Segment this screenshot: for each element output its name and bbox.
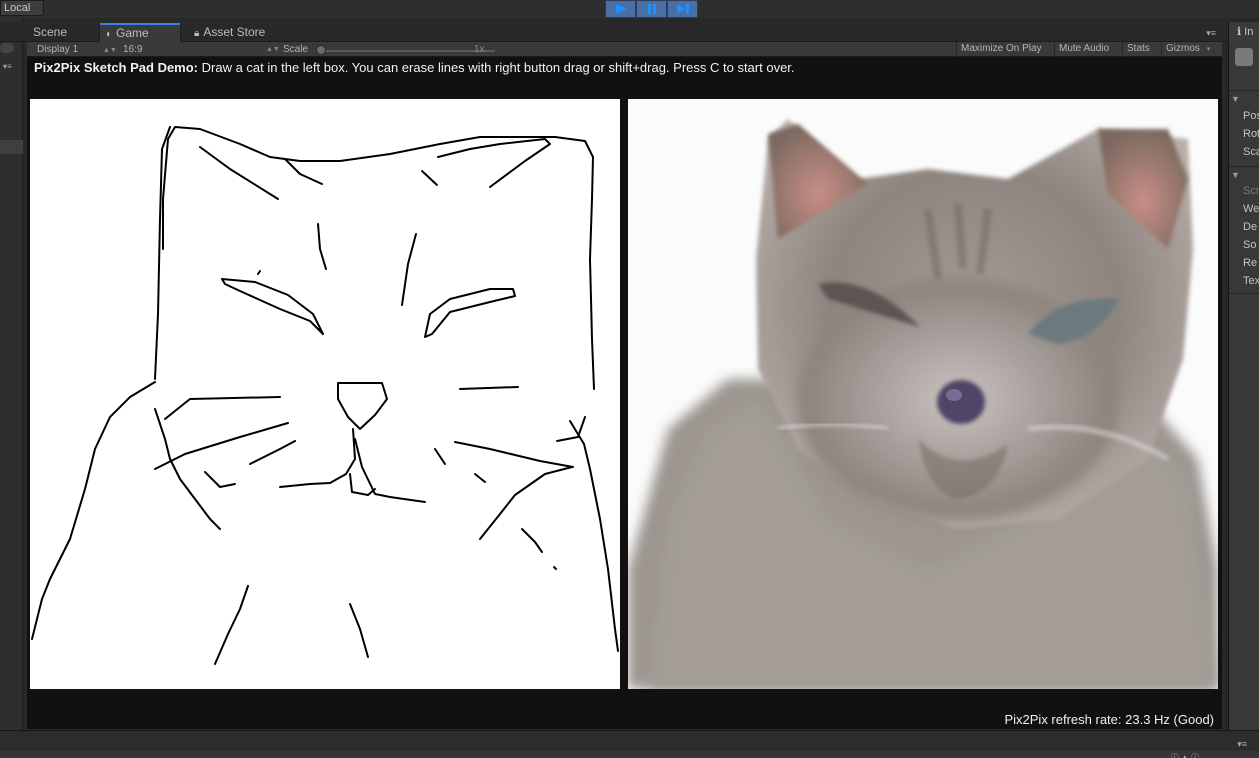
- aspect-dropdown[interactable]: 16:9 ▲▼: [123, 43, 280, 56]
- scale-label: Scale: [283, 44, 309, 55]
- result-label: Re: [1243, 257, 1258, 269]
- dropdown-arrows-icon: ▲▼: [102, 47, 117, 54]
- transform-rotation-label: Rot: [1243, 128, 1259, 140]
- divider: [1229, 293, 1259, 294]
- tab-scene[interactable]: Scene: [27, 23, 97, 42]
- transform-position-label: Pos: [1243, 110, 1259, 122]
- play-icon: [615, 4, 627, 14]
- display-dropdown[interactable]: Display 1 ▲▼: [37, 43, 117, 57]
- tab-scene-label: Scene: [33, 25, 68, 39]
- device-label: De: [1243, 221, 1258, 233]
- console-panel-edge: ▾≡ ⓘ ▲ ⓘ: [0, 730, 1259, 758]
- scale-value: 1x: [474, 44, 485, 55]
- sketch-pad[interactable]: [30, 99, 620, 689]
- tab-asset-store[interactable]: 🔒︎ Asset Store: [188, 23, 288, 42]
- playmode-controls: [605, 0, 699, 18]
- scale-slider-track[interactable]: [320, 50, 495, 52]
- display-label: Display 1: [37, 44, 79, 55]
- transform-scale-label: Sca: [1243, 146, 1259, 158]
- tab-game-label: Game: [116, 26, 149, 40]
- divider: [1229, 166, 1259, 167]
- unity-editor: Local ▾≡ ▾≡ Scene ◐Game 🔒︎Asset Store: [0, 0, 1259, 758]
- step-button[interactable]: [667, 0, 698, 18]
- search-pill[interactable]: [0, 43, 14, 53]
- tab-inspector-label: In: [1244, 26, 1254, 38]
- scale-slider-handle[interactable]: [316, 45, 326, 55]
- tab-inspector[interactable]: ℹ In: [1229, 22, 1259, 42]
- view-tabs: Scene ◐ Game 🔒︎ Asset Store ▾≡: [0, 22, 1228, 42]
- refresh-rate-label: Pix2Pix refresh rate: 23.3 Hz (Good): [1004, 712, 1214, 727]
- chevron-down-icon[interactable]: ▼: [1231, 170, 1240, 180]
- tab-menu-icon[interactable]: ▾≡: [1206, 28, 1216, 39]
- dropdown-arrows-icon: ▲▼: [266, 46, 280, 53]
- maximize-on-play-button[interactable]: Maximize On Play: [956, 42, 1046, 57]
- chevron-down-icon: ▾: [1206, 46, 1211, 53]
- pix2pix-output: [628, 99, 1218, 689]
- texture-label: Tex: [1243, 275, 1259, 287]
- play-button[interactable]: [605, 0, 636, 18]
- divider: [1229, 90, 1259, 91]
- step-icon: [676, 4, 689, 14]
- source-label: So: [1243, 239, 1257, 251]
- panel-menu-icon-2[interactable]: ▾≡: [3, 62, 12, 71]
- gizmos-dropdown[interactable]: Gizmos ▾: [1161, 42, 1214, 57]
- generated-cat-image: [628, 99, 1218, 689]
- selected-row[interactable]: [0, 140, 23, 154]
- tab-game[interactable]: ◐ Game: [99, 23, 181, 42]
- instructions-title: Pix2Pix Sketch Pad Demo:: [34, 60, 199, 75]
- hierarchy-panel-edge: ▾≡ ▾≡: [0, 18, 23, 730]
- game-view: Pix2Pix Sketch Pad Demo: Draw a cat in t…: [27, 57, 1222, 729]
- aspect-label: 16:9: [123, 44, 143, 55]
- tab-asset-store-label: Asset Store: [203, 25, 266, 39]
- local-button[interactable]: Local: [0, 0, 44, 16]
- info-icon: ℹ: [1237, 26, 1242, 38]
- cat-sketch: [31, 126, 619, 665]
- stats-button[interactable]: Stats: [1122, 42, 1154, 57]
- top-toolbar: Local: [0, 0, 1259, 18]
- mute-audio-button[interactable]: Mute Audio: [1054, 42, 1113, 57]
- lock-icon: 🔒︎: [194, 28, 200, 39]
- console-count-icons[interactable]: ⓘ ▲ ⓘ: [1171, 752, 1199, 758]
- instructions: Pix2Pix Sketch Pad Demo: Draw a cat in t…: [34, 60, 795, 75]
- pause-icon: [647, 4, 656, 14]
- script-label: Scr: [1243, 185, 1259, 197]
- chevron-down-icon[interactable]: ▼: [1231, 94, 1240, 104]
- gameobject-icon: [1235, 48, 1253, 66]
- gizmos-label: Gizmos: [1166, 43, 1200, 54]
- game-view-toolbar: Display 1 ▲▼ 16:9 ▲▼ Scale 1x Maximize O…: [27, 42, 1222, 57]
- pause-button[interactable]: [636, 0, 667, 18]
- panel-menu-icon[interactable]: ▾≡: [1237, 739, 1247, 750]
- inspector-panel-edge: ℹ In ▼ Pos Rot Sca ▼ Scr We De So Re Tex: [1228, 22, 1259, 730]
- instructions-body: Draw a cat in the left box. You can eras…: [198, 60, 795, 75]
- weights-label: We: [1243, 203, 1259, 215]
- console-toolbar: [0, 751, 1259, 758]
